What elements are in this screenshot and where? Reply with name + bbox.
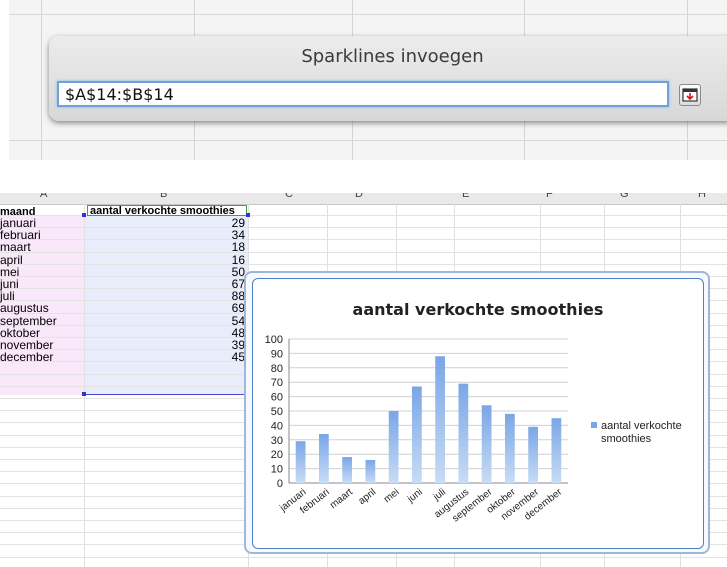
- column-letter[interactable]: F: [546, 193, 553, 200]
- column-letter[interactable]: G: [620, 193, 629, 200]
- x-tick-label: juni: [405, 487, 425, 506]
- column-header-bar: A B C D E F G H: [0, 193, 727, 205]
- grid-line: [41, 0, 42, 160]
- y-tick-label: 100: [265, 334, 283, 346]
- grid-line: [0, 227, 727, 229]
- bar: [435, 356, 446, 483]
- y-tick-label: 80: [271, 363, 283, 375]
- column-letter[interactable]: E: [462, 193, 469, 200]
- x-tick-label: mei: [382, 487, 401, 506]
- bar: [481, 405, 492, 483]
- column-letter[interactable]: A: [40, 193, 47, 200]
- y-tick-label: 20: [271, 449, 283, 461]
- bar: [295, 441, 306, 483]
- y-tick-label: 50: [271, 406, 283, 418]
- y-tick-label: 30: [271, 435, 283, 447]
- bar: [528, 426, 539, 483]
- background-spreadsheet-strip: Sparklines invoegen: [9, 0, 727, 160]
- chart-title: aantal verkochte smoothies: [353, 300, 604, 319]
- grid-line: [0, 251, 727, 253]
- collapse-dialog-icon: [682, 88, 698, 102]
- grid-line: [0, 239, 727, 241]
- legend-swatch: [591, 422, 597, 428]
- y-tick-label: 70: [271, 377, 283, 389]
- grid-line: [9, 14, 727, 15]
- chart-area[interactable]: aantal verkochte smoothies 0 10 20 30 40 50 60 7…: [252, 278, 704, 549]
- collapse-dialog-button[interactable]: [679, 84, 701, 106]
- data-range-input[interactable]: [57, 81, 669, 107]
- column-letter[interactable]: C: [285, 193, 293, 200]
- y-tick-label: 90: [271, 348, 283, 360]
- bar: [551, 418, 562, 483]
- dialog-title: Sparklines invoegen: [301, 46, 484, 67]
- bar: [318, 434, 329, 483]
- bar: [388, 411, 399, 483]
- column-letter[interactable]: H: [698, 193, 706, 200]
- y-tick-label: 10: [271, 464, 283, 476]
- bar: [365, 459, 376, 483]
- cell-value[interactable]: 45: [200, 350, 245, 364]
- x-tick-label: april: [357, 487, 379, 507]
- y-tick-label: 60: [271, 392, 283, 404]
- legend-label: aantal verkochte smoothies: [601, 420, 682, 445]
- bar: [342, 457, 353, 483]
- header-cell-count[interactable]: aantal verkochte smoothies: [87, 205, 247, 217]
- bar: [411, 386, 422, 483]
- column-letter[interactable]: D: [355, 193, 363, 200]
- x-tick-label: maart: [328, 487, 355, 512]
- selection-handle[interactable]: [82, 213, 86, 217]
- bar: [458, 383, 469, 483]
- selection-handle[interactable]: [246, 213, 250, 217]
- cell-month[interactable]: december: [0, 350, 53, 364]
- sparklines-dialog: Sparklines invoegen: [49, 36, 727, 121]
- y-tick-label: 0: [277, 478, 283, 490]
- bar: [504, 413, 515, 483]
- selection-handle[interactable]: [82, 392, 86, 396]
- grid-line: [0, 556, 727, 558]
- y-tick-label: 40: [271, 420, 283, 432]
- bar-chart: aantal verkochte smoothies 0 10 20 30 40 50 60 7…: [265, 300, 682, 524]
- grid-line: [9, 140, 727, 141]
- grid-line: [0, 263, 727, 265]
- column-letter[interactable]: B: [160, 193, 167, 200]
